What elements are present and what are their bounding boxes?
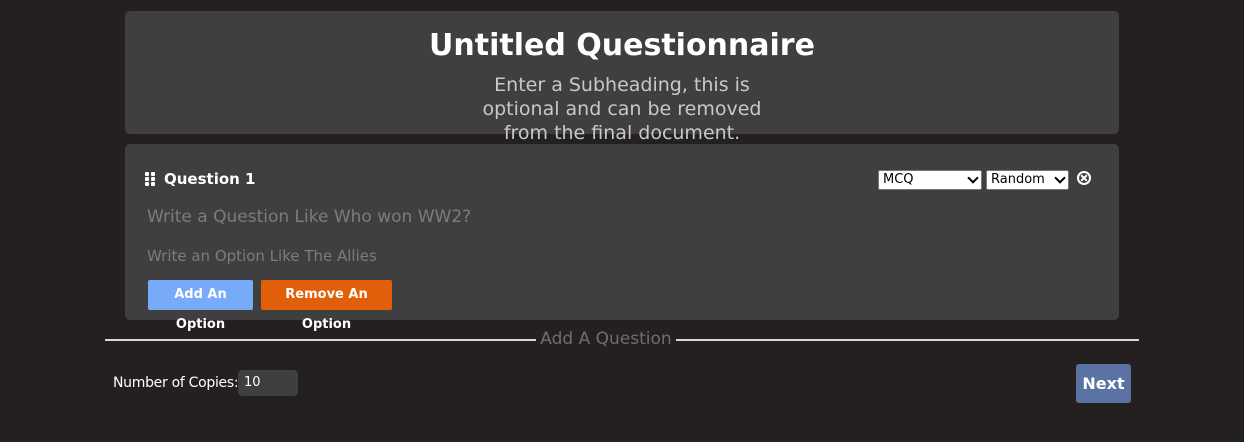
option-text-input[interactable]: Write an Option Like The Allies	[147, 246, 377, 266]
question-type-value: MCQ	[883, 172, 914, 187]
chevron-down-icon	[967, 172, 979, 184]
copies-input[interactable]: 10	[238, 370, 298, 396]
drag-handle-icon[interactable]	[145, 172, 156, 186]
option-order-value: Random	[991, 172, 1045, 187]
divider-left	[105, 339, 536, 341]
divider-right	[676, 339, 1139, 341]
questionnaire-subheading[interactable]: Enter a Subheading, this is optional and…	[470, 73, 774, 145]
add-question-button[interactable]: Add A Question	[536, 328, 676, 350]
option-order-select[interactable]: Random	[986, 170, 1069, 190]
question-text-input[interactable]: Write a Question Like Who won WW2?	[147, 206, 471, 228]
questionnaire-title[interactable]: Untitled Questionnaire	[125, 27, 1119, 65]
question-card: Question 1 MCQ Random Write a Question L…	[125, 144, 1119, 332]
question-type-select[interactable]: MCQ	[878, 170, 982, 190]
question-label: Question 1	[164, 170, 256, 188]
add-option-button[interactable]: Add An Option	[148, 280, 253, 332]
copies-label: Number of Copies:	[113, 375, 239, 391]
next-button[interactable]: Next	[1076, 364, 1131, 403]
chevron-down-icon	[1054, 172, 1066, 184]
remove-option-button[interactable]: Remove An Option	[261, 280, 392, 332]
close-circle-icon[interactable]	[1077, 171, 1091, 185]
questionnaire-header: Untitled Questionnaire Enter a Subheadin…	[125, 11, 1119, 144]
